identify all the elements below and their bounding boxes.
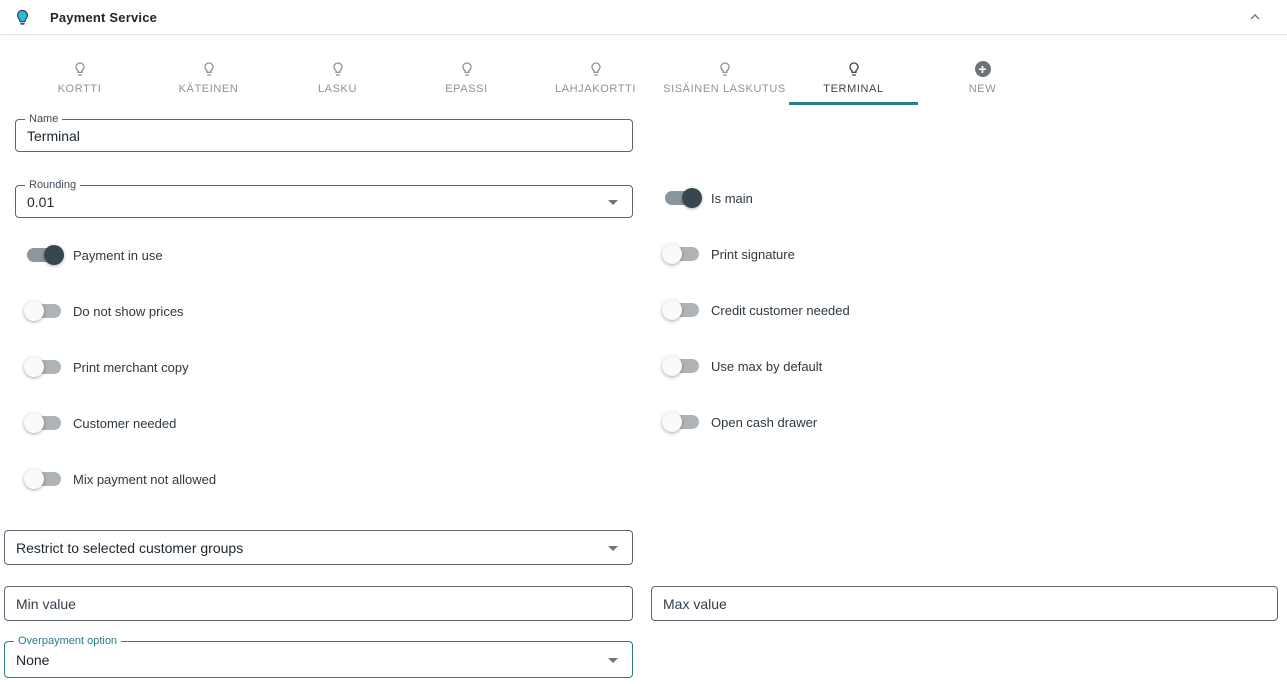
payment-type-tabs: KORTTI KÄTEINEN LASKU EPASSI LAHJAKORTTI… [15, 48, 1047, 105]
tab-label: NEW [969, 83, 996, 95]
toggle-label: Customer needed [73, 416, 176, 431]
lightbulb-icon [201, 61, 217, 77]
open-cash-drawer-switch[interactable] [665, 415, 699, 429]
toggle-print-signature[interactable]: Print signature [662, 242, 795, 266]
lightbulb-icon [72, 61, 88, 77]
page-title: Payment Service [50, 10, 157, 25]
name-input[interactable] [16, 128, 632, 144]
toggle-do-not-show-prices[interactable]: Do not show prices [24, 299, 184, 323]
overpayment-option-select[interactable]: Overpayment option None [4, 641, 633, 678]
rounding-value: 0.01 [16, 194, 632, 210]
max-value-field[interactable] [651, 586, 1278, 621]
lightbulb-icon [717, 61, 733, 77]
rounding-field-label: Rounding [25, 179, 80, 192]
rounding-select[interactable]: Rounding 0.01 [15, 185, 633, 218]
lightbulb-icon [459, 61, 475, 77]
toggle-label: Is main [711, 191, 753, 206]
lightbulb-icon [330, 61, 346, 77]
tab-label: LASKU [318, 83, 357, 95]
toggle-is-main[interactable]: Is main [662, 186, 753, 210]
toggle-label: Print merchant copy [73, 360, 189, 375]
tab-kateinen[interactable]: KÄTEINEN [144, 48, 273, 105]
toggle-label: Print signature [711, 247, 795, 262]
tab-label: KORTTI [58, 83, 102, 95]
tab-new[interactable]: NEW [918, 48, 1047, 105]
tab-label: LAHJAKORTTI [555, 83, 636, 95]
customer-groups-select[interactable]: Restrict to selected customer groups [4, 530, 633, 565]
print-merchant-copy-switch[interactable] [27, 360, 61, 374]
lightbulb-icon [14, 9, 31, 26]
toggle-mix-payment-not-allowed[interactable]: Mix payment not allowed [24, 467, 216, 491]
toggle-label: Use max by default [711, 359, 822, 374]
lightbulb-icon [588, 61, 604, 77]
customer-groups-value: Restrict to selected customer groups [5, 540, 632, 556]
toggle-label: Open cash drawer [711, 415, 817, 430]
plus-circle-icon [975, 61, 991, 77]
toggle-label: Credit customer needed [711, 303, 850, 318]
caret-down-icon [608, 658, 618, 663]
tab-label: EPASSI [445, 83, 488, 95]
customer-needed-switch[interactable] [27, 416, 61, 430]
tab-lahjakortti[interactable]: LAHJAKORTTI [531, 48, 660, 105]
use-max-by-default-switch[interactable] [665, 359, 699, 373]
min-value-field[interactable] [4, 586, 633, 621]
mix-payment-not-allowed-switch[interactable] [27, 472, 61, 486]
do-not-show-prices-switch[interactable] [27, 304, 61, 318]
is-main-switch[interactable] [665, 191, 699, 205]
tab-label: SISÄINEN LASKUTUS [663, 83, 786, 95]
tab-label: KÄTEINEN [179, 83, 239, 95]
toggle-credit-customer-needed[interactable]: Credit customer needed [662, 298, 850, 322]
tab-lasku[interactable]: LASKU [273, 48, 402, 105]
toggle-print-merchant-copy[interactable]: Print merchant copy [24, 355, 189, 379]
tab-sisainen-laskutus[interactable]: SISÄINEN LASKUTUS [660, 48, 789, 105]
overpayment-field-label: Overpayment option [14, 635, 121, 648]
print-signature-switch[interactable] [665, 247, 699, 261]
caret-down-icon [608, 200, 618, 205]
tab-label: TERMINAL [823, 83, 883, 95]
toggle-open-cash-drawer[interactable]: Open cash drawer [662, 410, 817, 434]
toggle-label: Mix payment not allowed [73, 472, 216, 487]
min-value-input[interactable] [5, 596, 632, 612]
payment-in-use-switch[interactable] [27, 248, 61, 262]
credit-customer-needed-switch[interactable] [665, 303, 699, 317]
lightbulb-icon [846, 61, 862, 77]
tab-epassi[interactable]: EPASSI [402, 48, 531, 105]
overpayment-value: None [5, 652, 632, 668]
toggle-customer-needed[interactable]: Customer needed [24, 411, 176, 435]
max-value-input[interactable] [652, 596, 1277, 612]
toggle-label: Do not show prices [73, 304, 184, 319]
tab-kortti[interactable]: KORTTI [15, 48, 144, 105]
chevron-up-icon [1247, 9, 1263, 25]
app-header: Payment Service [0, 0, 1287, 35]
name-field[interactable]: Name [15, 119, 633, 152]
name-field-label: Name [25, 113, 62, 126]
collapse-panel-button[interactable] [1243, 5, 1267, 29]
tab-terminal[interactable]: TERMINAL [789, 48, 918, 105]
toggle-use-max-by-default[interactable]: Use max by default [662, 354, 822, 378]
toggle-label: Payment in use [73, 248, 163, 263]
caret-down-icon [608, 546, 618, 551]
toggle-payment-in-use[interactable]: Payment in use [24, 243, 163, 267]
